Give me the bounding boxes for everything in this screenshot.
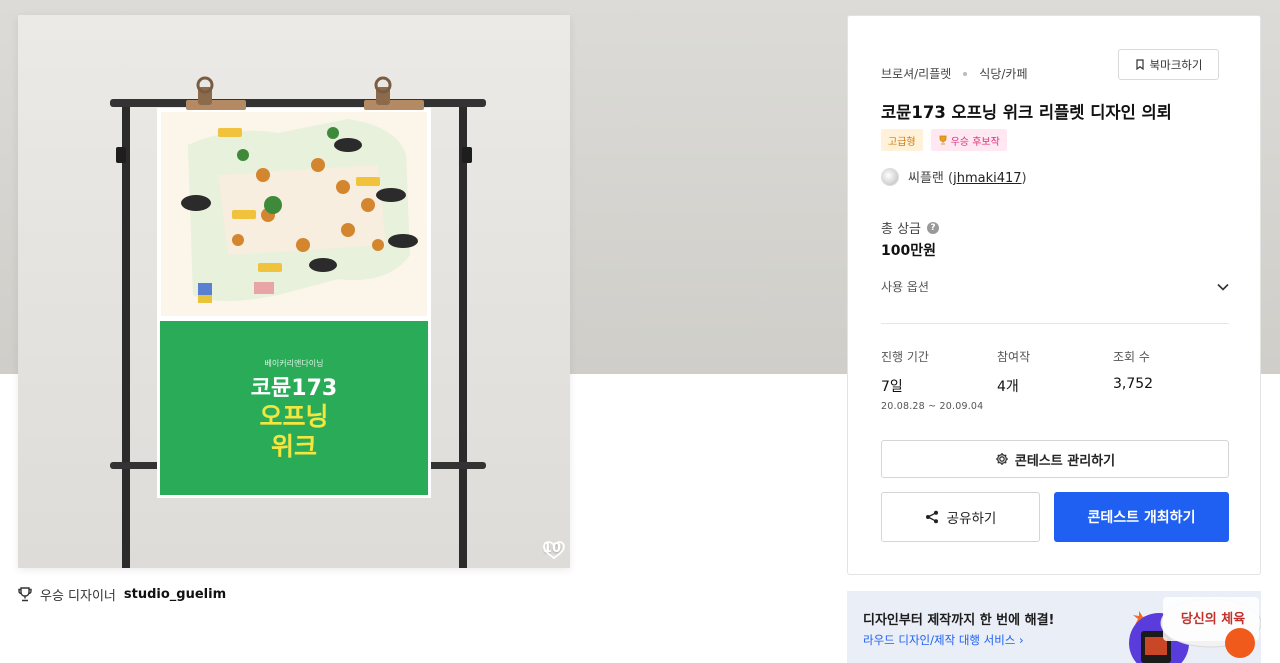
banner-headline: 디자인부터 제작까지 한 번에 해결! — [863, 613, 1055, 628]
binder-clip-right-icon — [364, 76, 424, 110]
subcategory-link[interactable]: 식당/카페 — [979, 65, 1027, 82]
stats-row: 진행 기간 7일 20.08.28 ~ 20.09.04 참여작 4개 조회 수… — [881, 348, 1229, 412]
host-info: 씨플랜 (jhmaki417) — [881, 167, 1027, 186]
prize-value: 100만원 — [881, 243, 936, 259]
hero-image[interactable]: 베이커리앤다이닝 코뮨173 오프닝 위크 10 — [18, 15, 570, 568]
award-badge-label: 우승 후보작 — [950, 136, 1000, 148]
manage-contest-label: 콘테스트 관리하기 — [1014, 453, 1116, 469]
tier-badge-label: 고급형 — [888, 136, 916, 148]
stat-entries: 참여작 4개 — [997, 348, 1113, 412]
divider — [881, 323, 1229, 324]
award-badge: 우승 후보작 — [930, 129, 1007, 151]
manage-contest-button[interactable]: 콘테스트 관리하기 — [881, 440, 1229, 478]
heart-icon — [543, 541, 565, 560]
help-icon[interactable]: ? — [927, 221, 940, 234]
winner-designer: 우승 디자이너 studio_guelim — [18, 585, 226, 604]
banner-logo-text: 당신의 체육 — [1181, 611, 1245, 627]
host-contest-button[interactable]: 콘테스트 개최하기 — [1054, 492, 1229, 542]
stat-label: 진행 기간 — [881, 350, 929, 364]
promo-banner[interactable]: 디자인부터 제작까지 한 번에 해결! 라우드 디자인/제작 대행 서비스 › … — [847, 591, 1261, 663]
winner-name[interactable]: studio_guelim — [124, 587, 226, 602]
trophy-icon — [18, 587, 32, 602]
bookmark-button[interactable]: 북마크하기 — [1118, 49, 1219, 80]
share-label: 공유하기 — [946, 511, 997, 527]
category-breadcrumb: 브로셔/리플렛 식당/카페 — [881, 65, 1028, 82]
host-close-paren: ) — [1021, 171, 1027, 186]
poster-stand-illustration: 베이커리앤다이닝 코뮨173 오프닝 위크 — [110, 76, 486, 568]
banner-illustration: 당신의 체육 — [1129, 597, 1261, 663]
stat-date-range: 20.08.28 ~ 20.09.04 — [881, 401, 984, 412]
tier-badge: 고급형 — [881, 129, 923, 151]
options-dropdown[interactable]: 사용 옵션 — [881, 278, 1229, 295]
poster-small-text: 베이커리앤다이닝 — [265, 358, 324, 368]
avatar — [881, 167, 899, 186]
trophy-icon — [939, 135, 947, 145]
prize-label: 총 상금 ? — [881, 218, 940, 237]
winner-label: 우승 디자이너 — [40, 589, 116, 604]
stat-label: 조회 수 — [1113, 350, 1150, 364]
stat-duration: 진행 기간 7일 20.08.28 ~ 20.09.04 — [881, 348, 997, 412]
chevron-right-icon: › — [1019, 633, 1024, 647]
host-id-link[interactable]: jhmaki417 — [953, 171, 1021, 186]
host-contest-label: 콘테스트 개최하기 — [1087, 510, 1196, 526]
options-label: 사용 옵션 — [881, 280, 929, 294]
contest-info-panel: 브로셔/리플렛 식당/카페 북마크하기 코뮨173 오프닝 위크 리플렛 디자인… — [847, 15, 1261, 575]
poster-line1: 코뮨173 — [251, 376, 337, 401]
gear-icon — [995, 453, 1008, 465]
poster-line3: 위크 — [271, 432, 317, 461]
stat-value: 4개 — [997, 379, 1019, 395]
bookmark-icon — [1135, 59, 1144, 70]
bookmark-label: 북마크하기 — [1149, 57, 1203, 72]
like-button[interactable]: 10 — [543, 541, 565, 560]
breadcrumb-dot — [963, 71, 968, 76]
chevron-down-icon — [1217, 283, 1229, 291]
category-link[interactable]: 브로셔/리플렛 — [881, 65, 951, 82]
share-icon — [925, 510, 938, 524]
banner-link[interactable]: 라우드 디자인/제작 대행 서비스 › — [863, 632, 1024, 648]
stat-value: 7일 — [881, 379, 903, 395]
badge-row: 고급형 우승 후보작 — [881, 129, 1007, 151]
stat-value: 3,752 — [1113, 376, 1154, 392]
prize-label-text: 총 상금 — [881, 222, 922, 237]
host-name: 씨플랜 ( — [908, 171, 954, 186]
banner-link-label: 라우드 디자인/제작 대행 서비스 — [863, 633, 1016, 647]
stat-label: 참여작 — [997, 350, 1031, 364]
stat-views: 조회 수 3,752 — [1113, 348, 1229, 412]
share-button[interactable]: 공유하기 — [881, 492, 1040, 542]
poster-line2: 오프닝 — [259, 402, 328, 431]
contest-title: 코뮨173 오프닝 위크 리플렛 디자인 의뢰 — [881, 103, 1172, 122]
binder-clip-left-icon — [186, 76, 246, 110]
